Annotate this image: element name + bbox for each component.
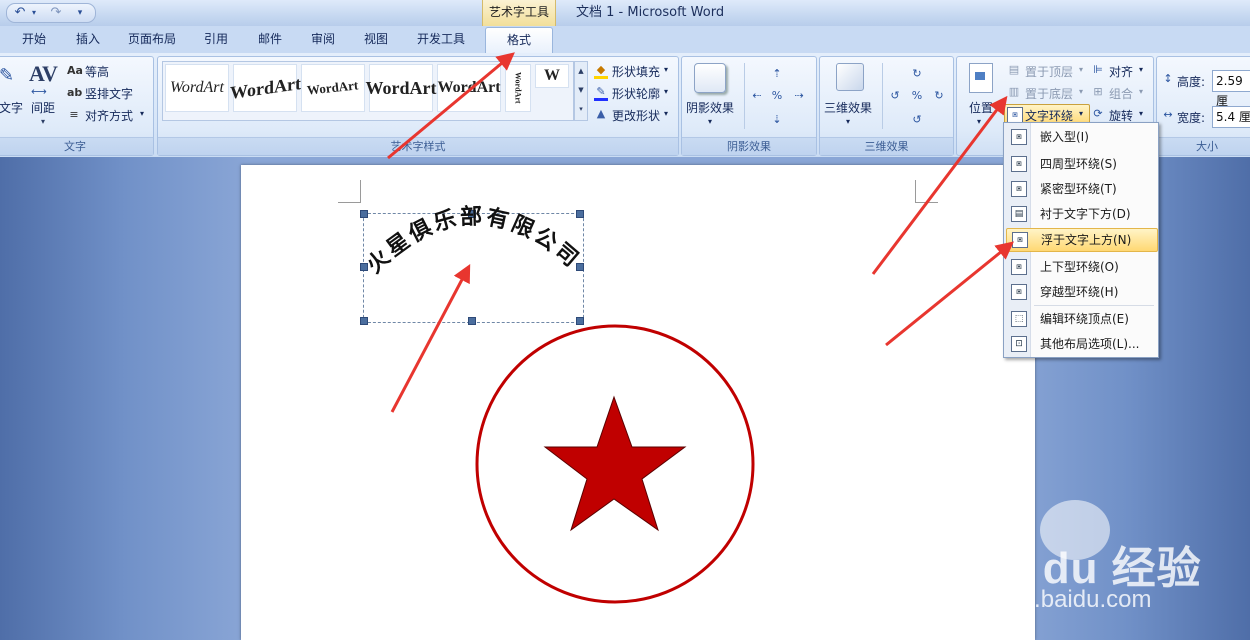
annotation-arrow [871,95,1008,275]
annotation-arrow [885,241,1014,347]
annotation-arrow [390,264,471,413]
annotation-arrow [387,52,515,160]
baidu-watermark-url: jingyan.baidu.com [958,586,1152,613]
